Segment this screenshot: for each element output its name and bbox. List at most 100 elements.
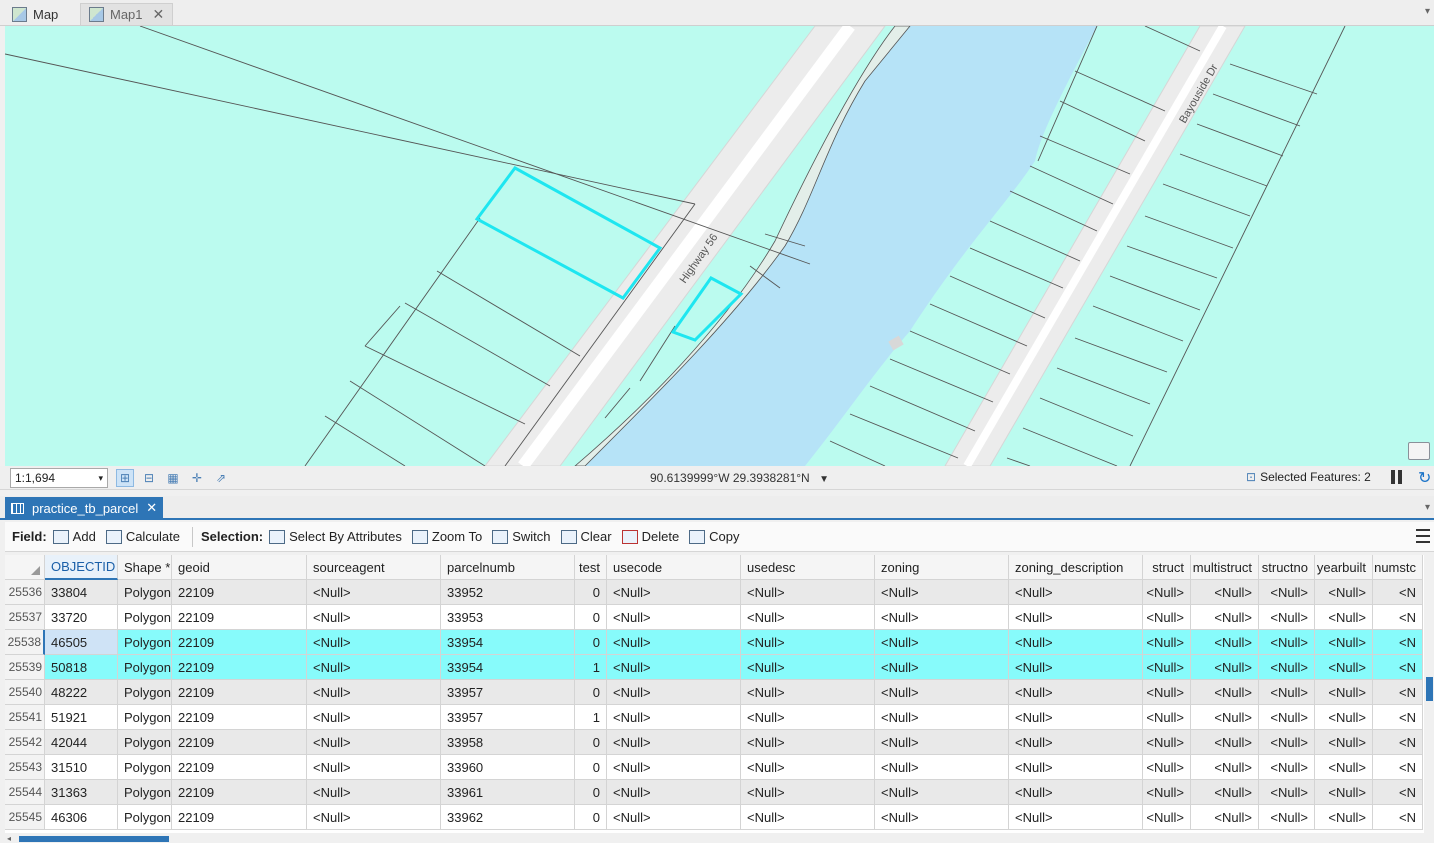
select-by-attributes-button[interactable]: Select By Attributes bbox=[269, 529, 402, 544]
table-cell[interactable]: <Null> bbox=[875, 705, 1009, 730]
table-cell[interactable]: Polygon bbox=[118, 780, 172, 805]
table-cell[interactable]: 0 bbox=[575, 780, 607, 805]
table-cell[interactable]: <Null> bbox=[307, 780, 441, 805]
table-cell[interactable]: <N bbox=[1373, 755, 1423, 780]
table-cell[interactable]: <Null> bbox=[307, 805, 441, 830]
table-cell[interactable]: <Null> bbox=[1143, 755, 1191, 780]
table-cell[interactable]: Polygon bbox=[118, 805, 172, 830]
map-overview-icon[interactable] bbox=[1408, 442, 1430, 460]
vertical-scrollbar-thumb[interactable] bbox=[1426, 677, 1433, 701]
table-cell[interactable]: <N bbox=[1373, 680, 1423, 705]
table-cell[interactable]: <Null> bbox=[1259, 805, 1315, 830]
table-cell[interactable]: <Null> bbox=[741, 605, 875, 630]
calculate-button[interactable]: Calculate bbox=[105, 529, 180, 544]
table-cell[interactable]: <Null> bbox=[1259, 605, 1315, 630]
table-cell[interactable]: 22109 bbox=[172, 605, 307, 630]
table-cell[interactable]: <N bbox=[1373, 580, 1423, 605]
close-icon[interactable]: ✕ bbox=[146, 500, 157, 516]
table-row[interactable]: 25544 31363 Polygon 22109 <Null> 33961 0 <Null>… bbox=[5, 780, 1423, 805]
table-cell[interactable]: <Null> bbox=[741, 730, 875, 755]
table-cell[interactable]: <Null> bbox=[875, 780, 1009, 805]
table-cell[interactable]: <N bbox=[1373, 705, 1423, 730]
chevron-down-icon[interactable]: ▾ bbox=[1425, 502, 1430, 513]
table-cell[interactable]: <Null> bbox=[1315, 730, 1373, 755]
table-cell[interactable]: 0 bbox=[575, 580, 607, 605]
table-cell[interactable]: <Null> bbox=[1315, 805, 1373, 830]
table-cell[interactable]: 0 bbox=[575, 630, 607, 655]
table-cell[interactable]: 33720 bbox=[45, 605, 118, 630]
table-cell[interactable]: 33954 bbox=[441, 655, 575, 680]
table-cell[interactable]: <Null> bbox=[875, 655, 1009, 680]
table-cell[interactable]: 33957 bbox=[441, 680, 575, 705]
table-cell[interactable]: <Null> bbox=[1191, 730, 1259, 755]
attribute-table-grid[interactable]: OBJECTID * Shape * geoid sourceagent parceln… bbox=[5, 555, 1424, 833]
table-cell[interactable]: <Null> bbox=[1009, 730, 1143, 755]
close-icon[interactable]: ✕ bbox=[153, 6, 165, 23]
table-cell[interactable]: <Null> bbox=[607, 730, 741, 755]
table-cell[interactable]: <Null> bbox=[1009, 805, 1143, 830]
table-cell[interactable]: 0 bbox=[575, 755, 607, 780]
table-cell[interactable]: <Null> bbox=[607, 680, 741, 705]
table-row[interactable]: 25539 50818 Polygon 22109 <Null> 33954 1 <Null>… bbox=[5, 655, 1423, 680]
column-header[interactable]: sourceagent bbox=[307, 555, 441, 580]
table-cell[interactable]: <Null> bbox=[1259, 630, 1315, 655]
table-cell[interactable]: 0 bbox=[575, 680, 607, 705]
table-cell[interactable]: <Null> bbox=[1191, 605, 1259, 630]
table-cell[interactable]: Polygon bbox=[118, 755, 172, 780]
column-header[interactable]: numstc bbox=[1373, 555, 1423, 580]
column-header[interactable]: OBJECTID * bbox=[45, 555, 118, 580]
table-row[interactable]: 25536 33804 Polygon 22109 <Null> 33952 0 <Null>… bbox=[5, 580, 1423, 605]
table-cell[interactable]: <Null> bbox=[1315, 780, 1373, 805]
select-all-corner[interactable] bbox=[5, 555, 45, 580]
column-header[interactable]: struct bbox=[1143, 555, 1191, 580]
table-cell[interactable]: 33962 bbox=[441, 805, 575, 830]
table-cell[interactable]: <Null> bbox=[1191, 705, 1259, 730]
table-cell[interactable]: <Null> bbox=[1009, 580, 1143, 605]
coordinate-readout[interactable]: 90.6139999°W 29.3938281°N ▼ bbox=[650, 471, 829, 485]
table-cell[interactable]: <Null> bbox=[1191, 805, 1259, 830]
table-cell[interactable]: <Null> bbox=[1009, 755, 1143, 780]
table-cell[interactable]: <Null> bbox=[307, 630, 441, 655]
table-cell[interactable]: <Null> bbox=[741, 655, 875, 680]
table-cell[interactable]: <Null> bbox=[875, 605, 1009, 630]
table-cell[interactable]: <Null> bbox=[1009, 705, 1143, 730]
table-cell[interactable]: <N bbox=[1373, 780, 1423, 805]
table-cell[interactable]: 22109 bbox=[172, 680, 307, 705]
table-cell[interactable]: <Null> bbox=[1009, 780, 1143, 805]
horizontal-scrollbar[interactable]: ◂ bbox=[5, 834, 1434, 843]
column-header[interactable]: usecode bbox=[607, 555, 741, 580]
table-cell[interactable]: <Null> bbox=[875, 805, 1009, 830]
table-cell[interactable]: 46505 bbox=[45, 630, 118, 655]
horizontal-scrollbar-thumb[interactable] bbox=[19, 836, 169, 842]
table-cell[interactable]: 33961 bbox=[441, 780, 575, 805]
table-cell[interactable]: <Null> bbox=[607, 705, 741, 730]
table-cell[interactable]: <Null> bbox=[741, 680, 875, 705]
table-cell[interactable]: <Null> bbox=[1315, 605, 1373, 630]
table-cell[interactable]: <Null> bbox=[875, 755, 1009, 780]
table-cell[interactable]: <Null> bbox=[875, 680, 1009, 705]
table-cell[interactable]: 42044 bbox=[45, 730, 118, 755]
map-canvas[interactable]: Highway 56 Bayouside Dr bbox=[5, 26, 1434, 466]
table-row[interactable]: 25538 46505 Polygon 22109 <Null> 33954 0 <Null>… bbox=[5, 630, 1423, 655]
table-cell[interactable]: <Null> bbox=[1315, 630, 1373, 655]
table-cell[interactable]: <N bbox=[1373, 730, 1423, 755]
table-cell[interactable]: <Null> bbox=[1191, 655, 1259, 680]
table-cell[interactable]: 0 bbox=[575, 805, 607, 830]
table-cell[interactable]: <Null> bbox=[1143, 630, 1191, 655]
table-cell[interactable]: <N bbox=[1373, 630, 1423, 655]
row-number[interactable]: 25540 bbox=[5, 680, 45, 705]
table-cell[interactable]: <Null> bbox=[1009, 655, 1143, 680]
table-row[interactable]: 25545 46306 Polygon 22109 <Null> 33962 0 <Null>… bbox=[5, 805, 1423, 830]
table-cell[interactable]: <Null> bbox=[1009, 680, 1143, 705]
table-cell[interactable]: 22109 bbox=[172, 655, 307, 680]
table-cell[interactable]: <Null> bbox=[1143, 655, 1191, 680]
table-row[interactable]: 25542 42044 Polygon 22109 <Null> 33958 0 <Null>… bbox=[5, 730, 1423, 755]
row-number[interactable]: 25541 bbox=[5, 705, 45, 730]
table-cell[interactable]: <Null> bbox=[741, 805, 875, 830]
delete-button[interactable]: Delete bbox=[621, 529, 679, 544]
table-cell[interactable]: <Null> bbox=[741, 630, 875, 655]
table-cell[interactable]: 22109 bbox=[172, 580, 307, 605]
add-field-button[interactable]: Add bbox=[52, 529, 96, 544]
table-cell[interactable]: Polygon bbox=[118, 580, 172, 605]
table-cell[interactable]: <Null> bbox=[307, 655, 441, 680]
